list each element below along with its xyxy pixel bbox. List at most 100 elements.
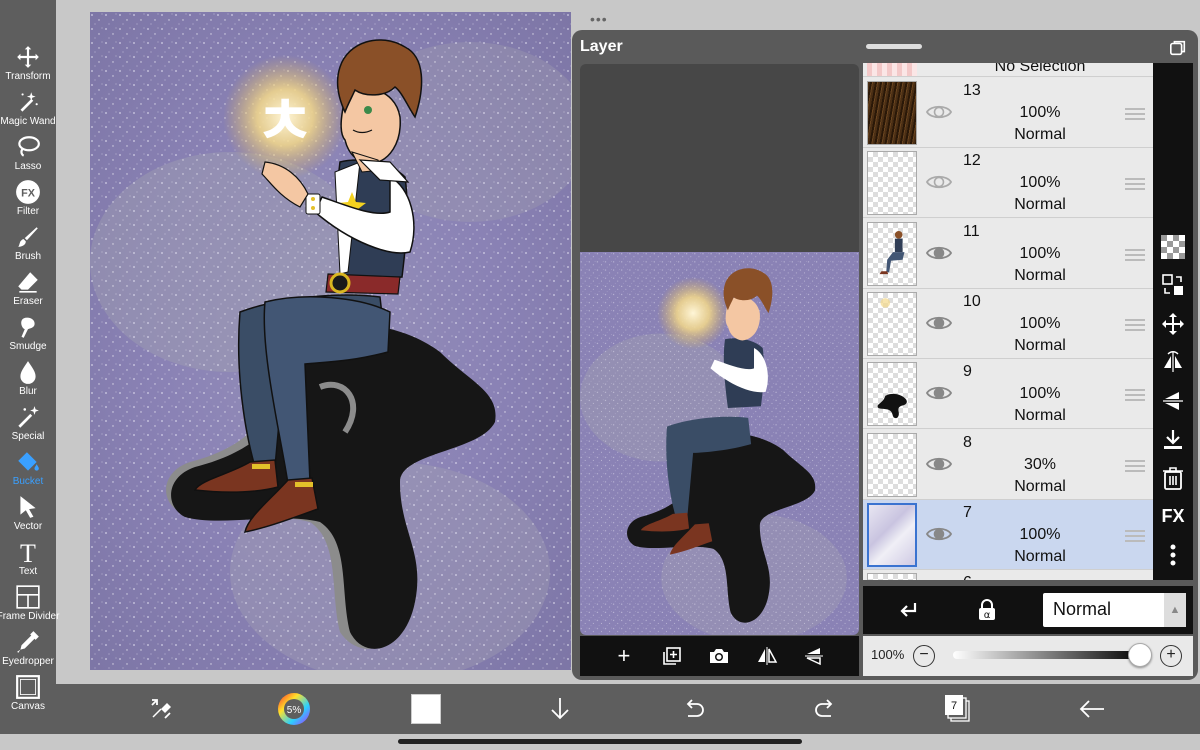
opacity-slider-knob[interactable] xyxy=(1128,643,1152,667)
add-layer-copy-icon[interactable] xyxy=(659,643,685,669)
layer-row[interactable]: 13 100% Normal xyxy=(863,78,1153,148)
layer-panel: Layer + No Selection 13 100% Normal 12 1… xyxy=(572,30,1198,680)
layer-blend-mode: Normal xyxy=(1014,126,1066,143)
layer-thumbnail xyxy=(867,502,917,567)
no-selection-row[interactable]: No Selection xyxy=(863,63,1153,77)
opacity-label: 100% xyxy=(871,647,905,662)
undo-icon[interactable] xyxy=(676,692,710,726)
layer-thumbnail xyxy=(867,432,917,497)
visibility-eye-icon[interactable] xyxy=(926,172,952,192)
tool-bucket[interactable]: Bucket xyxy=(0,449,56,494)
tool-eraser[interactable]: Eraser xyxy=(0,269,56,314)
checkerboard-icon[interactable] xyxy=(1159,233,1187,261)
layer-row[interactable]: 9 100% Normal xyxy=(863,359,1153,430)
tool-special[interactable]: Special xyxy=(0,404,56,449)
back-arrow-icon[interactable] xyxy=(1075,692,1109,726)
tool-lasso[interactable]: Lasso xyxy=(0,134,56,179)
glowing-glyph: ㅊ xyxy=(255,83,316,160)
tool-canvas[interactable]: Canvas xyxy=(0,674,56,719)
layer-row[interactable]: 11 100% Normal xyxy=(863,218,1153,289)
window-drag-handle[interactable]: ••• xyxy=(590,11,608,27)
layer-side-toolbar: FX xyxy=(1153,63,1193,580)
visibility-eye-icon[interactable] xyxy=(926,454,952,474)
layer-thumbnail xyxy=(867,221,917,286)
visibility-eye-icon[interactable] xyxy=(926,524,952,544)
opacity-slider[interactable] xyxy=(953,651,1143,659)
redo-icon[interactable] xyxy=(809,692,843,726)
add-layer-icon[interactable]: + xyxy=(611,643,637,669)
artwork-illustration: ㅊ xyxy=(90,12,571,670)
visibility-eye-icon[interactable] xyxy=(926,243,952,263)
text-icon: T xyxy=(20,539,36,565)
layer-list[interactable]: No Selection 13 100% Normal 12 100% Normal 11 1… xyxy=(863,63,1153,580)
layer-opacity: 100% xyxy=(1019,104,1061,121)
tool-label: Blur xyxy=(19,386,37,397)
home-indicator[interactable] xyxy=(398,739,802,744)
tool-filter[interactable]: FX Filter xyxy=(0,179,56,224)
camera-icon[interactable] xyxy=(706,643,732,669)
lock-alpha-icon[interactable]: α xyxy=(976,598,998,622)
merge-down-icon[interactable] xyxy=(1159,426,1187,454)
flip-horizontal-icon[interactable] xyxy=(754,643,780,669)
drag-handle-icon[interactable] xyxy=(1125,178,1145,191)
opacity-increase-button[interactable]: + xyxy=(1160,645,1182,667)
swap-layer-icon[interactable] xyxy=(1159,272,1187,300)
tool-brush[interactable]: Brush xyxy=(0,224,56,269)
preview-thumbnail xyxy=(580,252,859,635)
layer-row[interactable]: 8 30% Normal xyxy=(863,429,1153,500)
tool-vector[interactable]: Vector xyxy=(0,494,56,539)
drag-handle-icon[interactable] xyxy=(1125,248,1145,261)
layer-thumbnail xyxy=(867,291,917,356)
app-window: Transform Magic Wand Lasso FX Filter Bru… xyxy=(0,0,1200,750)
visibility-eye-icon[interactable] xyxy=(926,383,952,403)
layers-count-button[interactable]: 7 xyxy=(941,692,975,726)
quick-transform-eraser-icon[interactable] xyxy=(144,692,178,726)
drag-handle-icon[interactable] xyxy=(1125,529,1145,542)
layer-opacity: 100% xyxy=(1019,244,1061,262)
layer-row[interactable]: 12 100% Normal xyxy=(863,148,1153,219)
clipping-arrow-icon[interactable] xyxy=(897,600,919,622)
layer-row[interactable]: 7 100% Normal xyxy=(863,499,1153,570)
preview-actions-bar: + xyxy=(580,636,859,676)
brush-size-color-wheel[interactable]: 5% xyxy=(277,692,311,726)
layer-fx-button[interactable]: FX xyxy=(1159,503,1187,531)
drag-handle-icon[interactable] xyxy=(1125,108,1145,120)
tool-smudge[interactable]: Smudge xyxy=(0,314,56,359)
tool-text[interactable]: T Text xyxy=(0,539,56,584)
drag-handle-icon[interactable] xyxy=(1125,318,1145,331)
more-vertical-icon[interactable] xyxy=(1159,542,1187,570)
drawing-canvas[interactable]: ㅊ xyxy=(90,12,571,670)
tool-label: Transform xyxy=(5,71,51,82)
layer-thumbnail xyxy=(867,151,917,216)
move-layer-icon[interactable] xyxy=(1159,310,1187,338)
drag-handle-icon[interactable] xyxy=(1125,389,1145,402)
flip-layer-vertical-icon[interactable] xyxy=(1159,387,1187,415)
layer-number: 7 xyxy=(963,503,972,521)
tool-blur[interactable]: Blur xyxy=(0,359,56,404)
flip-layer-horizontal-icon[interactable] xyxy=(1159,349,1187,377)
tool-magic-wand[interactable]: Magic Wand xyxy=(0,89,56,134)
tool-transform[interactable]: Transform xyxy=(0,44,56,89)
layer-row[interactable]: 6 xyxy=(863,570,1153,580)
blend-mode-select[interactable]: Normal ▲ xyxy=(1043,593,1186,627)
current-color-swatch[interactable] xyxy=(409,692,443,726)
selection-thumbnail xyxy=(867,63,917,76)
download-arrow-icon[interactable] xyxy=(543,692,577,726)
flip-vertical-icon[interactable] xyxy=(802,643,828,669)
trash-icon[interactable] xyxy=(1159,464,1187,492)
panel-drag-bar[interactable] xyxy=(866,44,922,49)
layer-panel-title: Layer xyxy=(580,38,623,55)
bottom-toolbar: 5% 7 xyxy=(56,684,1200,734)
layer-blend-mode: Normal xyxy=(1014,547,1066,565)
tool-label: Brush xyxy=(14,251,42,262)
visibility-eye-icon[interactable] xyxy=(926,313,952,333)
vector-cursor-icon xyxy=(20,496,36,518)
expand-window-icon[interactable] xyxy=(1169,39,1187,57)
tool-eyedropper[interactable]: Eyedropper xyxy=(0,629,56,674)
opacity-decrease-button[interactable]: − xyxy=(913,645,935,667)
visibility-eye-icon[interactable] xyxy=(926,102,952,122)
drag-handle-icon[interactable] xyxy=(1125,459,1145,472)
tool-frame-divider[interactable]: Frame Divider xyxy=(0,584,59,629)
layer-blend-mode: Normal xyxy=(1014,407,1066,425)
layer-row[interactable]: 10 100% Normal xyxy=(863,288,1153,359)
